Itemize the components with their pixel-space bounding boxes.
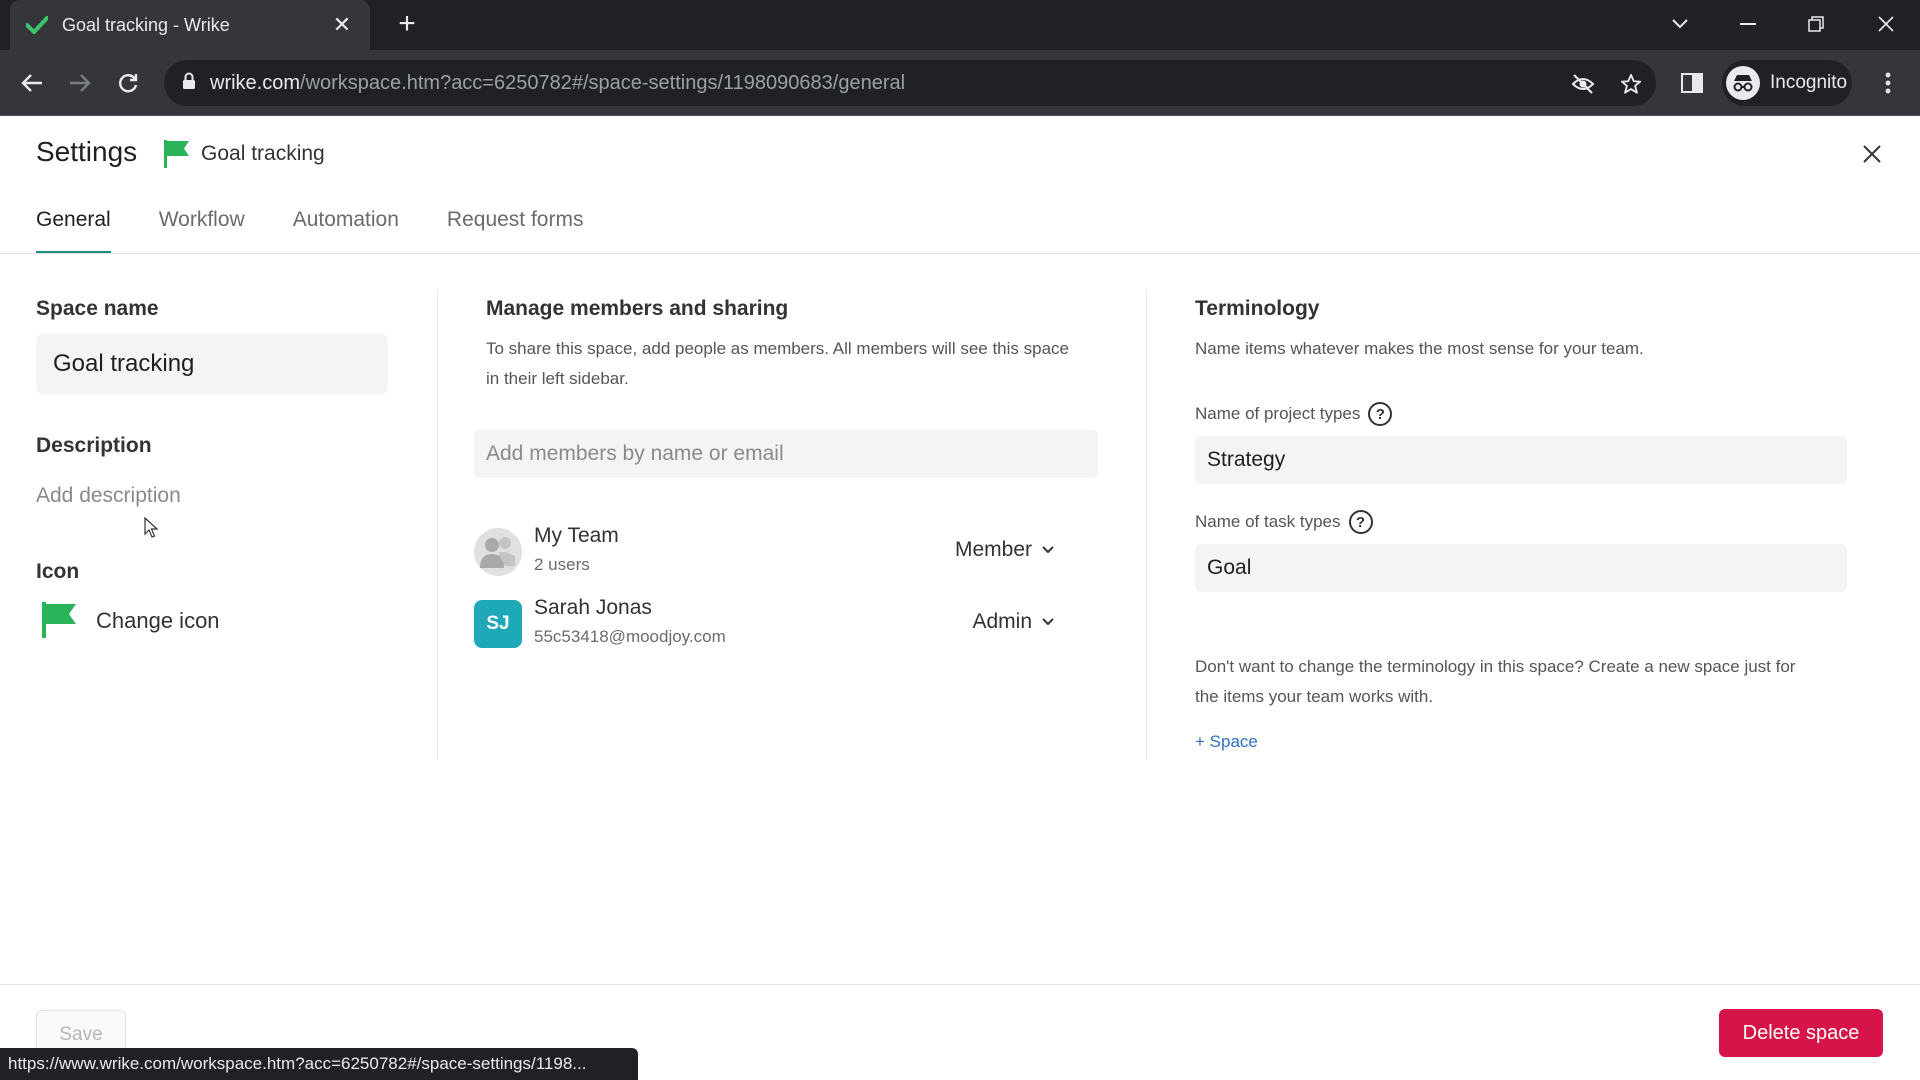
space-name-heading: Space name <box>36 297 159 320</box>
member-name: Sarah Jonas <box>534 596 652 619</box>
status-bar-url: https://www.wrike.com/workspace.htm?acc=… <box>0 1048 638 1080</box>
role-label: Member <box>954 538 1032 561</box>
space-name-input[interactable]: Goal tracking <box>36 334 388 394</box>
close-window-icon[interactable] <box>1866 6 1906 42</box>
settings-tabs: General Workflow Automation Request form… <box>36 206 631 254</box>
delete-space-button[interactable]: Delete space <box>1719 1009 1883 1057</box>
mouse-cursor-icon <box>144 516 159 544</box>
browser-tab-title: Goal tracking - Wrike <box>62 14 230 35</box>
eye-off-icon[interactable] <box>1570 71 1596 97</box>
team-avatar-icon <box>474 528 522 576</box>
project-types-input[interactable]: Strategy <box>1195 436 1847 484</box>
tab-workflow[interactable]: Workflow <box>159 206 245 254</box>
browser-tab-bar: Goal tracking - Wrike ✕ + <box>0 0 1920 50</box>
page-title: Settings <box>36 136 138 167</box>
task-types-label: Name of task types ? <box>1195 510 1373 534</box>
role-label: Admin <box>972 610 1032 633</box>
column-divider <box>437 290 438 760</box>
close-settings-icon[interactable] <box>1856 138 1888 170</box>
tab-automation[interactable]: Automation <box>293 206 399 254</box>
help-icon[interactable]: ? <box>1368 402 1393 426</box>
url-host: wrike.com <box>210 71 301 94</box>
help-icon[interactable]: ? <box>1348 510 1373 534</box>
back-icon[interactable] <box>14 65 50 101</box>
lock-icon <box>182 72 196 95</box>
member-row: SJ Sarah Jonas 55c53418@moodjoy.com Admi… <box>474 596 1054 652</box>
terminology-note-line-2: the items your team works with. <box>1195 687 1434 706</box>
wrike-check-icon <box>26 14 48 36</box>
tab-request-forms[interactable]: Request forms <box>447 206 584 254</box>
browser-toolbar: wrike.com/workspace.htm?acc=6250782#/spa… <box>0 50 1920 116</box>
incognito-profile-button[interactable]: Incognito <box>1722 60 1852 106</box>
flag-icon <box>164 140 190 173</box>
tabs-divider <box>0 253 1920 254</box>
members-description-line-1: To share this space, add people as membe… <box>486 339 1069 358</box>
forward-icon[interactable] <box>62 65 98 101</box>
minimize-icon[interactable] <box>1728 6 1768 42</box>
members-description-line-2: in their left sidebar. <box>486 369 629 388</box>
space-flag-icon[interactable] <box>42 602 78 643</box>
avatar: SJ <box>474 600 522 648</box>
member-email: 55c53418@moodjoy.com <box>534 627 726 646</box>
task-types-label-text: Name of task types <box>1195 512 1341 531</box>
member-subtitle: 2 users <box>534 555 590 574</box>
role-dropdown[interactable]: Admin <box>972 610 1054 634</box>
terminology-subtitle: Name items whatever makes the most sense… <box>1195 339 1644 358</box>
task-types-input[interactable]: Goal <box>1195 544 1847 592</box>
project-types-label-text: Name of project types <box>1195 404 1361 423</box>
new-tab-icon[interactable]: + <box>392 9 422 40</box>
tab-general[interactable]: General <box>36 206 111 254</box>
bookmark-star-icon[interactable] <box>1618 71 1644 97</box>
side-panel-icon[interactable] <box>1676 67 1708 99</box>
close-tab-icon[interactable]: ✕ <box>330 13 354 37</box>
space-name-label: Goal tracking <box>201 142 325 165</box>
member-row: My Team 2 users Member <box>474 524 1054 580</box>
add-space-link[interactable]: + Space <box>1195 732 1258 752</box>
url-path: /workspace.htm?acc=6250782#/space-settin… <box>300 71 906 94</box>
description-input[interactable]: Add description <box>36 484 181 508</box>
project-types-label: Name of project types ? <box>1195 402 1393 426</box>
change-icon-button[interactable]: Change icon <box>96 608 220 634</box>
terminology-heading: Terminology <box>1195 297 1320 320</box>
chevron-down-icon <box>1042 546 1054 554</box>
restore-icon[interactable] <box>1796 6 1836 42</box>
footer-divider <box>0 984 1920 985</box>
chevron-down-icon <box>1042 618 1054 626</box>
browser-tab[interactable]: Goal tracking - Wrike ✕ <box>10 0 370 50</box>
tab-search-icon[interactable] <box>1660 6 1700 42</box>
role-dropdown[interactable]: Member <box>955 538 1054 562</box>
incognito-label: Incognito <box>1770 72 1848 93</box>
column-divider <box>1146 290 1147 760</box>
icon-heading: Icon <box>36 560 80 583</box>
incognito-icon <box>1726 66 1760 100</box>
terminology-note-line-1: Don't want to change the terminology in … <box>1195 657 1796 676</box>
address-bar[interactable]: wrike.com/workspace.htm?acc=6250782#/spa… <box>164 60 1656 106</box>
member-name: My Team <box>534 524 619 547</box>
add-members-input[interactable] <box>474 430 1098 478</box>
members-heading: Manage members and sharing <box>486 297 789 320</box>
browser-menu-icon[interactable] <box>1872 67 1904 99</box>
reload-icon[interactable] <box>110 65 146 101</box>
description-heading: Description <box>36 434 152 457</box>
